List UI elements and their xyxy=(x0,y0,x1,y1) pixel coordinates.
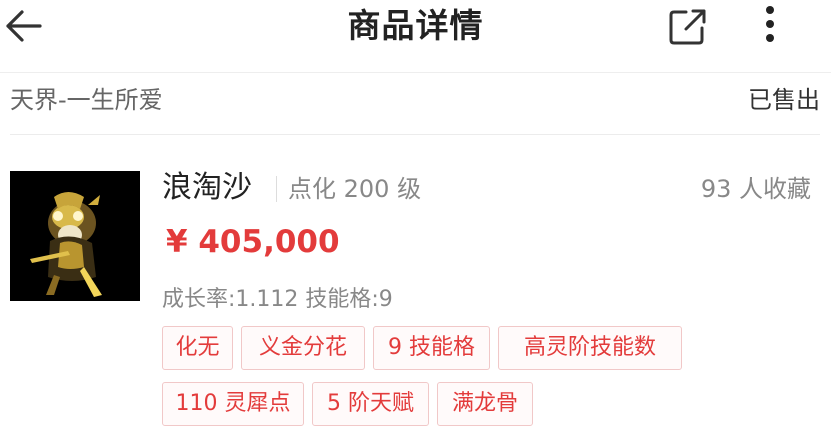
tag-item: 110 灵犀点 xyxy=(162,382,304,426)
sale-status-label: 已售出 xyxy=(748,86,820,114)
tag-item: 满龙骨 xyxy=(437,382,533,426)
product-detail-page: 商品详情 天界-一生所爱 已售出 浪淘沙 点化 200 级 93 人收藏 ¥ 4… xyxy=(0,0,831,430)
tag-item: 义金分花 xyxy=(241,326,365,370)
price: ¥ 405,000 xyxy=(166,224,340,260)
seller-name: 天界-一生所爱 xyxy=(10,86,163,114)
product-name: 浪淘沙 xyxy=(162,170,252,205)
header-divider xyxy=(0,72,831,73)
product-image[interactable] xyxy=(10,171,140,301)
seller-row[interactable]: 天界-一生所爱 已售出 xyxy=(10,84,820,116)
more-button[interactable] xyxy=(756,2,784,46)
tag-item: 5 阶天赋 xyxy=(312,382,429,426)
share-icon xyxy=(669,9,706,45)
row-divider xyxy=(10,134,820,135)
name-separator xyxy=(276,176,277,202)
favorites-count: 93 人收藏 xyxy=(700,175,811,203)
product-attributes: 成长率:1.112 技能格:9 xyxy=(162,287,393,312)
share-button[interactable] xyxy=(666,6,710,46)
top-bar: 商品详情 xyxy=(0,0,831,64)
tag-item: 高灵阶技能数 xyxy=(498,326,682,370)
tag-item: 9 技能格 xyxy=(373,326,490,370)
tag-item: 化无 xyxy=(162,326,233,370)
product-level: 点化 200 级 xyxy=(288,175,422,203)
pet-figure-image xyxy=(10,171,140,301)
